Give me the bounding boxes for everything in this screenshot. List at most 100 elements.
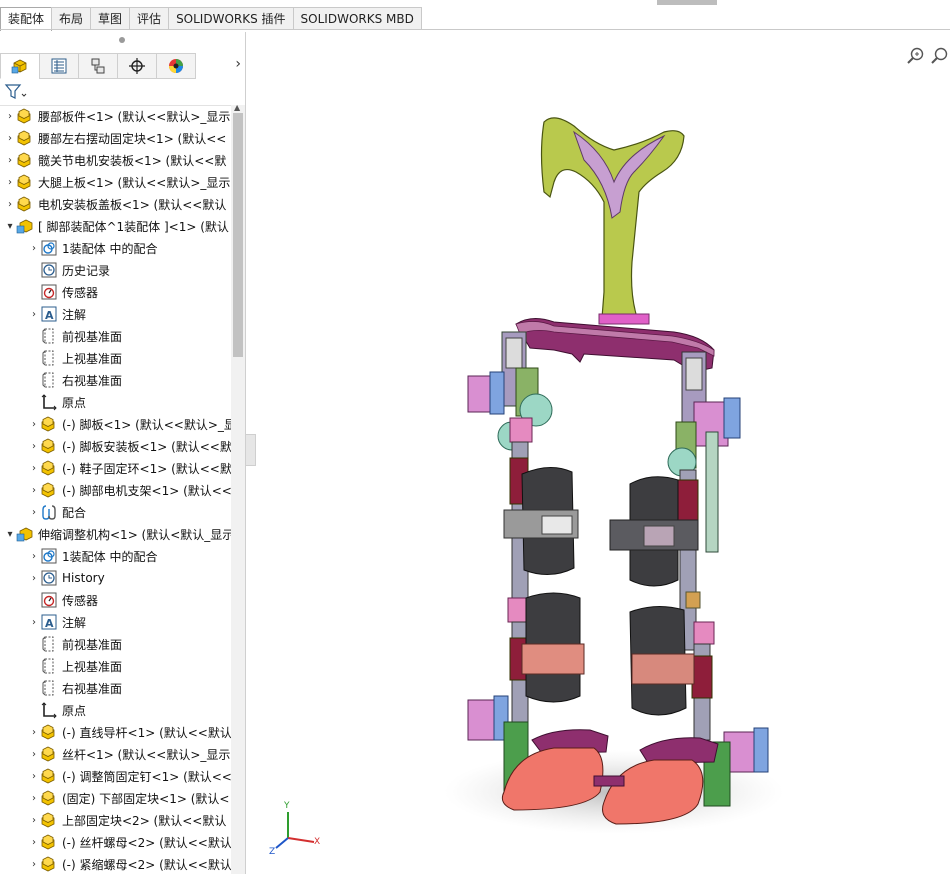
tree-item[interactable]: › 1装配体 中的配合 [0,545,231,567]
zoom-to-fit-icon[interactable] [906,46,926,66]
chevron-right-icon[interactable]: › [28,309,40,320]
assembly-icon [16,525,34,543]
tree-item[interactable]: › (-) 脚板<1> (默认<<默认>_显 [0,413,231,435]
tree-item[interactable]: › 大腿上板<1> (默认<<默认>_显示 [0,171,231,193]
chevron-right-icon[interactable]: › [28,573,40,584]
tree-item[interactable]: › A 注解 [0,303,231,325]
chevron-right-icon[interactable]: › [28,771,40,782]
feature-tree-tab[interactable] [0,53,40,79]
chevron-right-icon[interactable]: › [28,793,40,804]
property-manager-tab[interactable] [39,53,79,79]
tree-item[interactable]: 传感器 [0,281,231,303]
chevron-right-icon[interactable]: › [28,441,40,452]
tree-item[interactable]: › (-) 调整筒固定钉<1> (默认<< [0,765,231,787]
chevron-right-icon[interactable]: › [4,111,16,122]
chevron-down-icon[interactable]: ▾ [4,529,16,540]
tree-item-label: (-) 紧缩螺母<2> (默认<<默认 [62,857,231,872]
shank-cuff-left[interactable] [521,592,585,703]
configuration-manager-tab[interactable] [78,53,118,79]
tree-item[interactable]: › 髋关节电机安装板<1> (默认<<默 [0,149,231,171]
tree-item[interactable]: › 上部固定块<2> (默认<<默认 [0,809,231,831]
waist-support[interactable] [540,117,685,325]
chevron-right-icon[interactable]: › [4,177,16,188]
graphics-area[interactable]: Y X Z [254,32,950,874]
toolbar-stub [657,0,717,5]
chevron-right-icon[interactable]: › [28,485,40,496]
tree-item[interactable]: › (-) 脚部电机支架<1> (默认<< [0,479,231,501]
tree-item[interactable]: › 配合 [0,501,231,523]
chevron-right-icon[interactable]: › [235,56,241,72]
tree-item[interactable]: › (-) 脚板安装板<1> (默认<<默 [0,435,231,457]
command-tab[interactable]: 布局 [51,7,92,30]
tree-scrollbar[interactable]: ▲ [231,103,245,874]
zoom-area-icon[interactable] [930,46,950,66]
shank-cuff-right[interactable] [629,606,695,716]
tree-item[interactable]: › (-) 直线导杆<1> (默认<<默认 [0,721,231,743]
chevron-right-icon[interactable]: › [28,859,40,870]
triad-y-label: Y [283,801,290,811]
tree-item[interactable]: › 腰部板件<1> (默认<<默认>_显示 [0,105,231,127]
tree-item[interactable]: › 腰部左右摆动固定块<1> (默认<< [0,127,231,149]
part-icon [40,833,58,851]
command-tab[interactable]: 草图 [90,7,131,30]
command-tab[interactable]: 评估 [129,7,170,30]
tree-item-label: 腰部左右摆动固定块<1> (默认<< [38,131,227,146]
tree-item[interactable]: › History [0,567,231,589]
tree-item[interactable]: › 1装配体 中的配合 [0,237,231,259]
display-manager-tab[interactable] [156,53,196,79]
tree-item[interactable]: 前视基准面 [0,325,231,347]
command-tab[interactable]: SOLIDWORKS 插件 [168,7,294,30]
command-tab[interactable]: SOLIDWORKS MBD [292,7,422,30]
chevron-right-icon[interactable]: › [28,551,40,562]
tree-item-label: 前视基准面 [62,637,123,652]
tree-item-label: 原点 [62,703,87,718]
chevron-right-icon[interactable]: › [28,507,40,518]
part-icon [40,723,58,741]
tree-item[interactable]: ▾ 伸缩调整机构<1> (默认<默认_显示 [0,523,231,545]
tree-item[interactable]: 历史记录 [0,259,231,281]
chevron-right-icon[interactable]: › [28,749,40,760]
tree-item[interactable]: › (固定) 下部固定块<1> (默认< [0,787,231,809]
tree-item-label: 历史记录 [62,263,111,278]
chevron-right-icon[interactable]: › [28,463,40,474]
feature-tree: › 腰部板件<1> (默认<<默认>_显示 › 腰部左右摆动固定块<1> (默认<< ›… [0,105,231,874]
tree-item[interactable]: 上视基准面 [0,347,231,369]
tree-item[interactable]: 传感器 [0,589,231,611]
chevron-right-icon[interactable]: › [28,617,40,628]
tree-item-label: 电机安装板盖板<1> (默认<<默认 [38,197,227,212]
mate-clip-icon [40,503,58,521]
filter-icon[interactable] [4,83,28,101]
tree-item[interactable]: 上视基准面 [0,655,231,677]
chevron-right-icon[interactable]: › [28,419,40,430]
plane-icon [40,327,58,345]
tree-item[interactable]: 原点 [0,699,231,721]
dimxpert-tab[interactable] [117,53,157,79]
tree-item[interactable]: › A 注解 [0,611,231,633]
tree-item[interactable]: 右视基准面 [0,369,231,391]
tree-item[interactable]: ▾ [ 脚部装配体^1装配体 ]<1> (默认 [0,215,231,237]
tree-item[interactable]: 右视基准面 [0,677,231,699]
scroll-thumb[interactable] [233,113,243,357]
part-icon [40,855,58,873]
panel-grip-icon[interactable] [119,37,125,43]
tree-item[interactable]: 前视基准面 [0,633,231,655]
scroll-up-icon[interactable]: ▲ [234,103,240,112]
chevron-right-icon[interactable]: › [28,727,40,738]
tree-item[interactable]: › (-) 紧缩螺母<2> (默认<<默认 [0,853,231,874]
chevron-right-icon[interactable]: › [28,243,40,254]
mates-icon [40,239,58,257]
tree-item[interactable]: › (-) 鞋子固定环<1> (默认<<默 [0,457,231,479]
tree-item[interactable]: 原点 [0,391,231,413]
tree-item[interactable]: › 丝杆<1> (默认<<默认>_显示 [0,743,231,765]
chevron-right-icon[interactable]: › [28,837,40,848]
assembly-icon [11,59,27,74]
chevron-right-icon[interactable]: › [4,155,16,166]
chevron-down-icon[interactable]: ▾ [4,221,16,232]
tree-item[interactable]: › 电机安装板盖板<1> (默认<<默认 [0,193,231,215]
chevron-right-icon[interactable]: › [4,133,16,144]
tree-item[interactable]: › (-) 丝杆螺母<2> (默认<<默认 [0,831,231,853]
command-tab[interactable]: 装配体 [0,7,53,31]
chevron-right-icon[interactable]: › [28,815,40,826]
chevron-right-icon[interactable]: › [4,199,16,210]
feature-manager-tabs: › [0,53,245,79]
